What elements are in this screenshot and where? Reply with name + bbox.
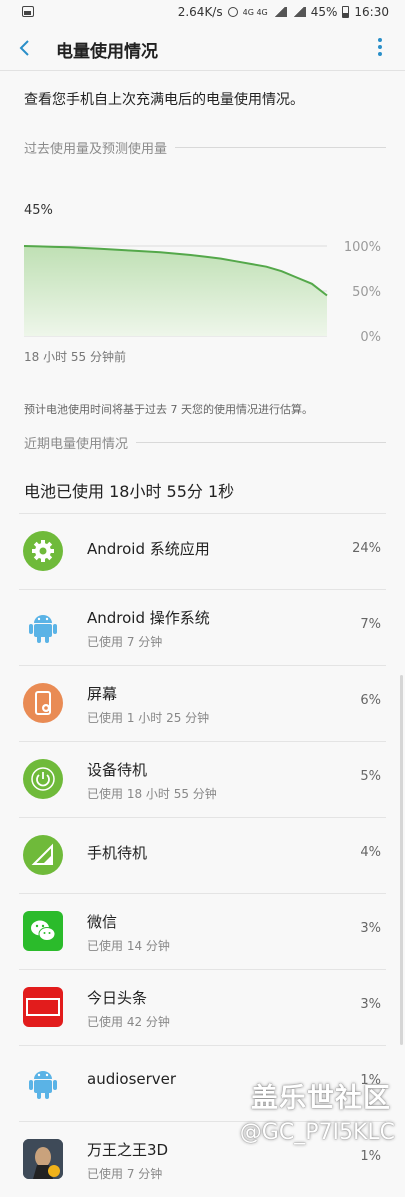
status-bar: 2.64K/s 4G 4G 45% 16:30	[0, 0, 405, 26]
signal-icon-2	[291, 7, 306, 17]
page-description: 查看您手机自上次充满电后的电量使用情况。	[24, 92, 304, 108]
back-arrow-icon	[19, 40, 29, 56]
toutiao-icon	[23, 987, 63, 1027]
wechat-icon	[23, 911, 63, 951]
more-dot-icon	[378, 45, 382, 49]
list-item[interactable]: 微信 已使用 14 分钟 3%	[19, 893, 386, 969]
chart-tick-label: 50%	[352, 285, 381, 300]
usage-percent: 7%	[360, 617, 381, 632]
app-name: 万王之王3D	[87, 1141, 169, 1159]
more-dot-icon	[378, 52, 382, 56]
app-usage-time: 已使用 14 分钟	[87, 939, 170, 953]
usage-percent: 4%	[360, 845, 381, 860]
android-icon	[23, 607, 63, 647]
app-usage-time: 已使用 7 分钟	[87, 1167, 163, 1181]
gear-icon	[23, 531, 63, 571]
app-name: audioserver	[87, 1070, 177, 1088]
usage-percent: 5%	[360, 769, 381, 784]
usage-percent: 3%	[360, 921, 381, 936]
app-name: Android 系统应用	[87, 540, 210, 558]
image-notification-icon	[22, 6, 34, 17]
signal-icon	[272, 7, 287, 17]
usage-percent: 3%	[360, 997, 381, 1012]
status-right: 2.64K/s 4G 4G 45% 16:30	[178, 5, 389, 19]
header-divider	[0, 70, 405, 71]
section-label: 近期电量使用情况	[24, 437, 129, 452]
battery-usage-chart: 100% 50% 0%	[23, 240, 381, 345]
app-usage-time: 已使用 7 分钟	[87, 635, 163, 649]
list-item[interactable]: 设备待机 已使用 18 小时 55 分钟 5%	[19, 741, 386, 817]
network-type: 4G 4G	[242, 7, 268, 17]
section-header-past: 过去使用量及预测使用量	[24, 138, 386, 157]
app-usage-time: 已使用 18 小时 55 分钟	[87, 787, 217, 801]
app-usage-time: 已使用 42 分钟	[87, 1015, 170, 1029]
back-button[interactable]	[16, 38, 36, 58]
chart-area	[24, 246, 327, 336]
list-item[interactable]: 手机待机 4%	[19, 817, 386, 893]
chart-tick-label: 100%	[344, 240, 381, 255]
estimate-note: 预计电池使用时间将基于过去 7 天您的使用情况进行估算。	[24, 403, 313, 416]
app-name: 微信	[87, 913, 118, 931]
battery-percent: 45%	[310, 5, 338, 19]
usage-percent: 24%	[352, 541, 381, 556]
app-bar: 电量使用情况	[0, 26, 405, 70]
alarm-icon	[227, 7, 238, 17]
more-options-button[interactable]	[377, 38, 383, 58]
app-name: 手机待机	[87, 844, 148, 862]
app-name: 屏幕	[87, 685, 118, 703]
more-dot-icon	[378, 38, 382, 42]
signal-icon	[23, 835, 63, 875]
app-name: Android 操作系统	[87, 609, 210, 627]
watermark-title: 盖乐世社区	[251, 1083, 391, 1114]
current-battery-level: 45%	[24, 203, 53, 218]
screen-icon	[23, 683, 63, 723]
clock: 16:30	[354, 5, 389, 19]
list-item[interactable]: Android 系统应用 24%	[19, 513, 386, 589]
app-name: 今日头条	[87, 989, 148, 1007]
section-label: 过去使用量及预测使用量	[24, 142, 168, 157]
battery-used-summary: 电池已使用 18小时 55分 1秒	[24, 482, 235, 501]
power-icon	[23, 759, 63, 799]
list-item[interactable]: 屏幕 已使用 1 小时 25 分钟 6%	[19, 665, 386, 741]
scrollbar[interactable]	[400, 675, 403, 1045]
page-title: 电量使用情况	[56, 42, 158, 62]
game-icon	[23, 1139, 63, 1179]
section-header-recent: 近期电量使用情况	[24, 433, 386, 452]
chart-x-label: 18 小时 55 分钟前	[24, 350, 126, 364]
chart-tick-label: 0%	[360, 330, 381, 345]
network-speed: 2.64K/s	[177, 5, 223, 19]
battery-icon	[342, 6, 350, 18]
app-name: 设备待机	[87, 761, 148, 779]
app-usage-time: 已使用 1 小时 25 分钟	[87, 711, 210, 725]
usage-percent: 1%	[360, 1149, 381, 1164]
section-line	[136, 442, 386, 443]
watermark-handle: @GC_P7I5KLC	[239, 1120, 395, 1145]
list-item[interactable]: 今日头条 已使用 42 分钟 3%	[19, 969, 386, 1045]
android-icon	[23, 1063, 63, 1103]
usage-percent: 6%	[360, 693, 381, 708]
section-line	[175, 147, 386, 148]
list-item[interactable]: Android 操作系统 已使用 7 分钟 7%	[19, 589, 386, 665]
